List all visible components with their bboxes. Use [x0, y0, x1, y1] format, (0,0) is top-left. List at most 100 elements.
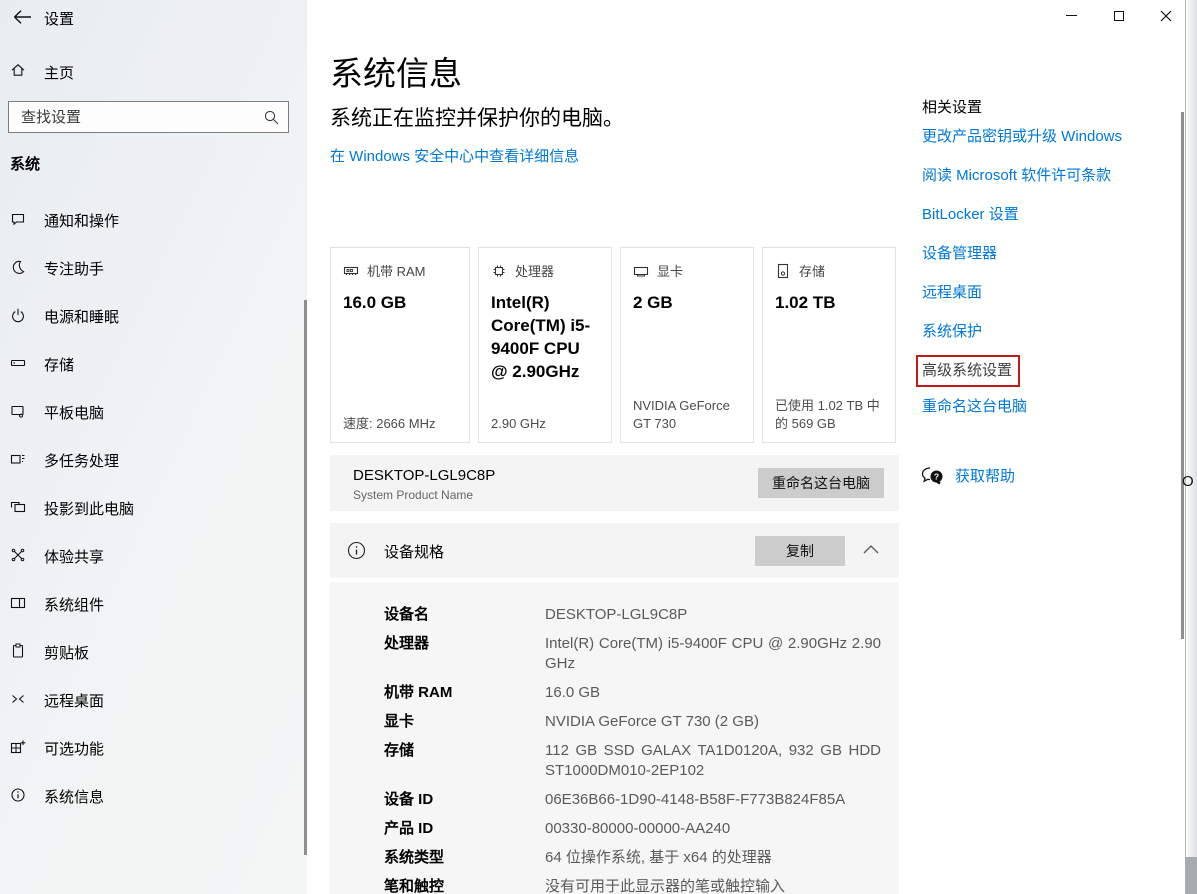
sidebar-item-multitasking[interactable]: 多任务处理 — [0, 435, 307, 483]
back-button[interactable] — [10, 4, 36, 30]
spec-row: 存储 112 GB SSD GALAX TA1D0120A, 932 GB HD… — [384, 741, 899, 781]
card-label: 处理器 — [515, 261, 554, 280]
sidebar-item-storage[interactable]: 存储 — [0, 339, 307, 387]
related-settings: 相关设置 更改产品密钥或升级 Windows 阅读 Microsoft 软件许可… — [922, 98, 1180, 436]
sidebar-item-label: 体验共享 — [44, 546, 104, 567]
shared-experiences-icon — [10, 547, 26, 563]
arrow-left-icon — [13, 9, 33, 25]
sidebar-item-label: 远程桌面 — [44, 690, 104, 711]
spec-value: 没有可用于此显示器的笔或触控输入 — [545, 877, 881, 894]
svg-text:?: ? — [934, 471, 939, 481]
sidebar-item-notifications[interactable]: 通知和操作 — [0, 195, 307, 243]
home-icon — [10, 62, 26, 78]
sidebar-item-label: 平板电脑 — [44, 402, 104, 423]
link-remote-desktop[interactable]: 远程桌面 — [922, 283, 1180, 303]
project-to-pc-icon — [10, 499, 26, 515]
spec-label: 系统类型 — [384, 848, 545, 868]
maximize-button[interactable] — [1095, 0, 1142, 31]
link-change-product-key[interactable]: 更改产品密钥或升级 Windows — [922, 127, 1180, 147]
device-name: DESKTOP-LGL9C8P — [353, 467, 495, 484]
disk-icon — [775, 263, 791, 279]
card-value: 16.0 GB — [343, 291, 457, 314]
sidebar-home-label: 主页 — [44, 62, 74, 83]
spec-row: 系统类型 64 位操作系统, 基于 x64 的处理器 — [384, 848, 899, 868]
page-title: 系统信息 — [330, 47, 462, 95]
card-value: 2 GB — [633, 291, 741, 314]
sidebar-item-optional-features[interactable]: 可选功能 — [0, 723, 307, 771]
device-name-bar: DESKTOP-LGL9C8P System Product Name 重命名这… — [330, 455, 899, 511]
spec-value: DESKTOP-LGL9C8P — [545, 605, 881, 625]
optional-features-icon — [10, 739, 26, 755]
sidebar-item-remote-desktop[interactable]: 远程桌面 — [0, 675, 307, 723]
sidebar-item-shared-experiences[interactable]: 体验共享 — [0, 531, 307, 579]
sidebar-item-about[interactable]: 系统信息 — [0, 771, 307, 819]
rename-pc-button[interactable]: 重命名这台电脑 — [758, 468, 884, 498]
get-help-link[interactable]: 获取帮助 — [955, 465, 1015, 486]
sidebar-item-label: 专注助手 — [44, 258, 104, 279]
spec-label: 机带 RAM — [384, 683, 545, 703]
get-help-row[interactable]: ? 获取帮助 — [921, 465, 1015, 486]
spec-value: 06E36B66-1D90-4148-B58F-F773B824F85A — [545, 790, 881, 810]
link-advanced-system-settings-highlighted[interactable]: 高级系统设置 — [916, 355, 1020, 387]
sidebar-item-clipboard[interactable]: 剪贴板 — [0, 627, 307, 675]
power-sleep-icon — [10, 307, 26, 323]
gpu-icon — [633, 263, 649, 279]
minimize-button[interactable] — [1048, 0, 1095, 31]
window-scrollbar-bottom — [1185, 857, 1197, 894]
card-footer: 已使用 1.02 TB 中的 569 GB — [775, 397, 886, 433]
search-box — [8, 101, 289, 133]
device-specs-title: 设备规格 — [384, 541, 444, 562]
sidebar-item-focus-assist[interactable]: 专注助手 — [0, 243, 307, 291]
sidebar-item-label: 存储 — [44, 354, 74, 375]
search-icon[interactable] — [263, 109, 280, 126]
sidebar-item-home[interactable]: 主页 — [0, 56, 307, 86]
chevron-up-icon[interactable] — [862, 543, 880, 555]
sidebar-item-system-components[interactable]: 系统组件 — [0, 579, 307, 627]
card-value: Intel(R) Core(TM) i5-9400F CPU @ 2.90GHz — [491, 291, 599, 383]
spec-label: 设备名 — [384, 605, 545, 625]
spec-value: 112 GB SSD GALAX TA1D0120A, 932 GB HDD S… — [545, 741, 881, 781]
card-footer: NVIDIA GeForce GT 730 — [633, 397, 744, 433]
card-label: 存储 — [799, 261, 825, 280]
link-bitlocker-settings[interactable]: BitLocker 设置 — [922, 205, 1180, 225]
link-device-manager[interactable]: 设备管理器 — [922, 244, 1180, 264]
window-scrollbar-track[interactable] — [1185, 0, 1197, 894]
sidebar-item-power-sleep[interactable]: 电源和睡眠 — [0, 291, 307, 339]
sidebar: 设置 主页 系统 通知和操作 专注助手 — [0, 0, 307, 894]
security-center-link[interactable]: 在 Windows 安全中心中查看详细信息 — [330, 145, 579, 166]
sidebar-scrollbar-thumb[interactable] — [304, 300, 307, 855]
storage-icon — [10, 355, 26, 371]
window-caption-buttons — [1048, 0, 1189, 31]
device-specs-header: 设备规格 复制 — [330, 523, 899, 578]
spec-label: 存储 — [384, 741, 545, 781]
close-button[interactable] — [1142, 0, 1189, 31]
sidebar-item-label: 通知和操作 — [44, 210, 119, 231]
card-storage: 存储 1.02 TB 已使用 1.02 TB 中的 569 GB — [762, 247, 896, 443]
spec-value: 64 位操作系统, 基于 x64 的处理器 — [545, 848, 881, 868]
close-icon — [1160, 10, 1172, 22]
spec-row: 处理器 Intel(R) Core(TM) i5-9400F CPU @ 2.9… — [384, 634, 899, 674]
link-rename-this-pc[interactable]: 重命名这台电脑 — [922, 397, 1180, 417]
info-icon — [347, 541, 366, 560]
sidebar-item-tablet[interactable]: 平板电脑 — [0, 387, 307, 435]
spec-value: Intel(R) Core(TM) i5-9400F CPU @ 2.90GHz… — [545, 634, 881, 674]
spec-value: 00330-80000-00000-AA240 — [545, 819, 881, 839]
card-cpu: 处理器 Intel(R) Core(TM) i5-9400F CPU @ 2.9… — [478, 247, 612, 443]
remote-desktop-icon — [10, 691, 26, 707]
cpu-icon — [491, 263, 507, 279]
spec-value: NVIDIA GeForce GT 730 (2 GB) — [545, 712, 881, 732]
card-ram: 机带 RAM 16.0 GB 速度: 2666 MHz — [330, 247, 470, 443]
device-specs-table: 设备名 DESKTOP-LGL9C8P 处理器 Intel(R) Core(TM… — [330, 582, 899, 894]
link-system-protection[interactable]: 系统保护 — [922, 322, 1180, 342]
spec-row: 显卡 NVIDIA GeForce GT 730 (2 GB) — [384, 712, 899, 732]
multitasking-icon — [10, 451, 26, 467]
window-scrollbar-thumb[interactable] — [1181, 112, 1184, 639]
sidebar-item-label: 投影到此电脑 — [44, 498, 134, 519]
spec-label: 笔和触控 — [384, 877, 545, 894]
spec-row: 设备名 DESKTOP-LGL9C8P — [384, 605, 899, 625]
search-input[interactable] — [9, 102, 288, 132]
copy-button[interactable]: 复制 — [755, 536, 845, 566]
sidebar-item-projecting[interactable]: 投影到此电脑 — [0, 483, 307, 531]
link-license-terms[interactable]: 阅读 Microsoft 软件许可条款 — [922, 166, 1180, 186]
related-settings-title: 相关设置 — [922, 98, 1180, 118]
